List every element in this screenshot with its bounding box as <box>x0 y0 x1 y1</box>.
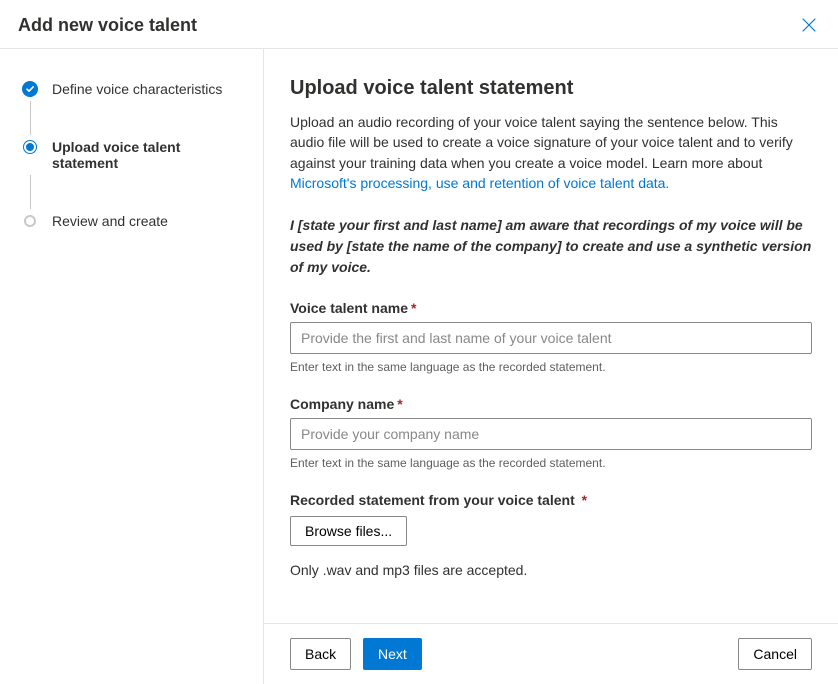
voice-talent-name-input[interactable] <box>290 322 812 354</box>
footer-left: Back Next <box>290 638 422 670</box>
next-button[interactable]: Next <box>363 638 422 670</box>
accepted-formats-text: Only .wav and mp3 files are accepted. <box>290 562 812 578</box>
page-heading: Upload voice talent statement <box>290 77 812 100</box>
dialog-footer: Back Next Cancel <box>264 623 838 684</box>
company-name-label: Company name* <box>290 396 403 412</box>
dialog-body: Define voice characteristics Upload voic… <box>0 49 838 684</box>
required-mark: * <box>582 492 587 508</box>
recorded-statement-label: Recorded statement from your voice talen… <box>290 492 587 508</box>
browse-files-button[interactable]: Browse files... <box>290 516 407 546</box>
main-content: Upload voice talent statement Upload an … <box>264 49 838 623</box>
statement-text: I [state your first and last name] am aw… <box>290 215 812 278</box>
intro-prefix: Upload an audio recording of your voice … <box>290 114 793 171</box>
learn-more-link[interactable]: Microsoft's processing, use and retentio… <box>290 175 669 191</box>
close-button[interactable] <box>798 14 820 36</box>
step-label: Define voice characteristics <box>52 81 222 97</box>
required-mark: * <box>397 396 402 412</box>
dialog-title: Add new voice talent <box>18 15 197 36</box>
step-connector <box>30 101 31 135</box>
cancel-button[interactable]: Cancel <box>738 638 812 670</box>
field-recorded-statement: Recorded statement from your voice talen… <box>290 492 812 578</box>
voice-talent-name-label: Voice talent name* <box>290 300 416 316</box>
company-name-input[interactable] <box>290 418 812 450</box>
check-icon <box>22 81 38 97</box>
dialog-header: Add new voice talent <box>0 0 838 49</box>
intro-text: Upload an audio recording of your voice … <box>290 112 812 193</box>
step-define-voice-characteristics[interactable]: Define voice characteristics <box>22 81 247 97</box>
step-connector <box>30 175 31 209</box>
step-upload-voice-talent-statement[interactable]: Upload voice talent statement <box>22 139 247 171</box>
current-step-icon <box>24 141 36 153</box>
field-voice-talent-name: Voice talent name* Enter text in the sam… <box>290 300 812 374</box>
footer-right: Cancel <box>738 638 812 670</box>
step-review-and-create[interactable]: Review and create <box>22 213 247 229</box>
step-label: Review and create <box>52 213 168 229</box>
step-label: Upload voice talent statement <box>52 139 247 171</box>
pending-step-icon <box>24 215 36 227</box>
wizard-steps: Define voice characteristics Upload voic… <box>0 49 264 684</box>
required-mark: * <box>411 300 416 316</box>
main-panel: Upload voice talent statement Upload an … <box>264 49 838 684</box>
field-company-name: Company name* Enter text in the same lan… <box>290 396 812 470</box>
dialog: Add new voice talent Define voice charac… <box>0 0 838 684</box>
voice-talent-name-help: Enter text in the same language as the r… <box>290 360 812 374</box>
back-button[interactable]: Back <box>290 638 351 670</box>
company-name-help: Enter text in the same language as the r… <box>290 456 812 470</box>
close-icon <box>802 18 816 32</box>
